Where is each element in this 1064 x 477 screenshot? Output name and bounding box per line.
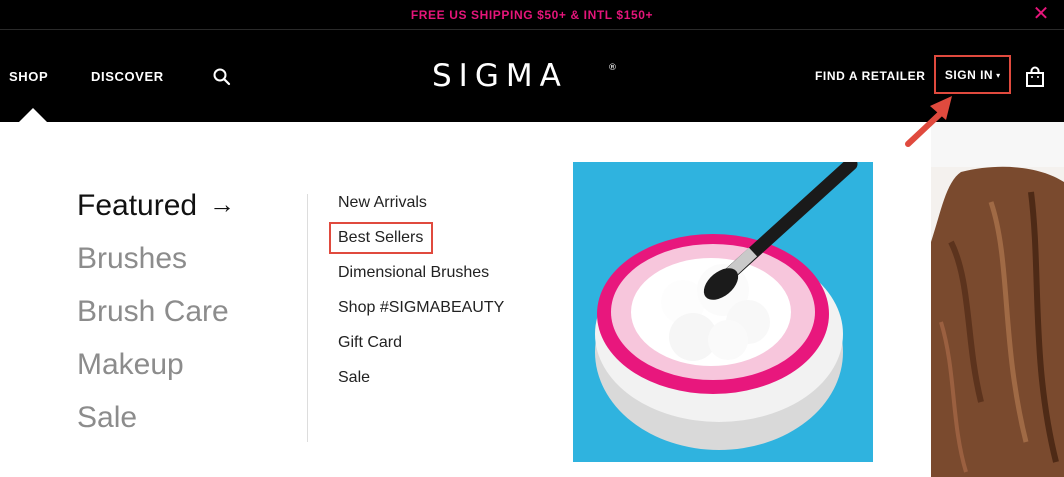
sign-in-label: SIGN IN [944,67,994,82]
arrow-right-icon: → [209,189,235,219]
find-retailer-link[interactable]: FIND A RETAILER [815,69,926,83]
sign-in-button[interactable]: SIGN IN ▾ [934,55,1011,94]
category-featured[interactable]: Featured [77,189,197,223]
shop-menu-pointer [19,108,47,122]
subitem-sale[interactable]: Sale [338,369,370,387]
close-icon[interactable]: ✕ [1030,3,1052,25]
registered-mark: ® [608,63,617,73]
shopping-bag-icon[interactable] [1023,65,1047,89]
annotation-arrow-icon [905,96,952,147]
brush-cleaning-product-image[interactable] [573,162,873,462]
search-icon[interactable] [212,67,232,87]
subitem-gift-card[interactable]: Gift Card [338,334,402,352]
menu-divider [307,194,308,442]
chevron-down-icon: ▾ [996,71,1001,80]
nav-shop[interactable]: SHOP [9,69,48,84]
best-sellers-highlight [329,222,433,254]
model-hair-image [931,122,1064,477]
subitem-dimensional-brushes[interactable]: Dimensional Brushes [338,264,489,282]
subitem-new-arrivals[interactable]: New Arrivals [338,194,427,212]
promo-banner: FREE US SHIPPING $50+ & INTL $150+ ✕ [0,0,1064,30]
category-makeup[interactable]: Makeup [77,348,184,382]
category-brushes[interactable]: Brushes [77,242,187,276]
promo-text: FREE US SHIPPING $50+ & INTL $150+ [410,7,654,22]
sigma-logo[interactable]: SIGMA [432,58,568,94]
nav-discover[interactable]: DISCOVER [91,69,164,84]
subitem-shop-sigmabeauty[interactable]: Shop #SIGMABEAUTY [338,299,504,317]
category-sale[interactable]: Sale [77,401,137,435]
category-brush-care[interactable]: Brush Care [77,295,229,329]
